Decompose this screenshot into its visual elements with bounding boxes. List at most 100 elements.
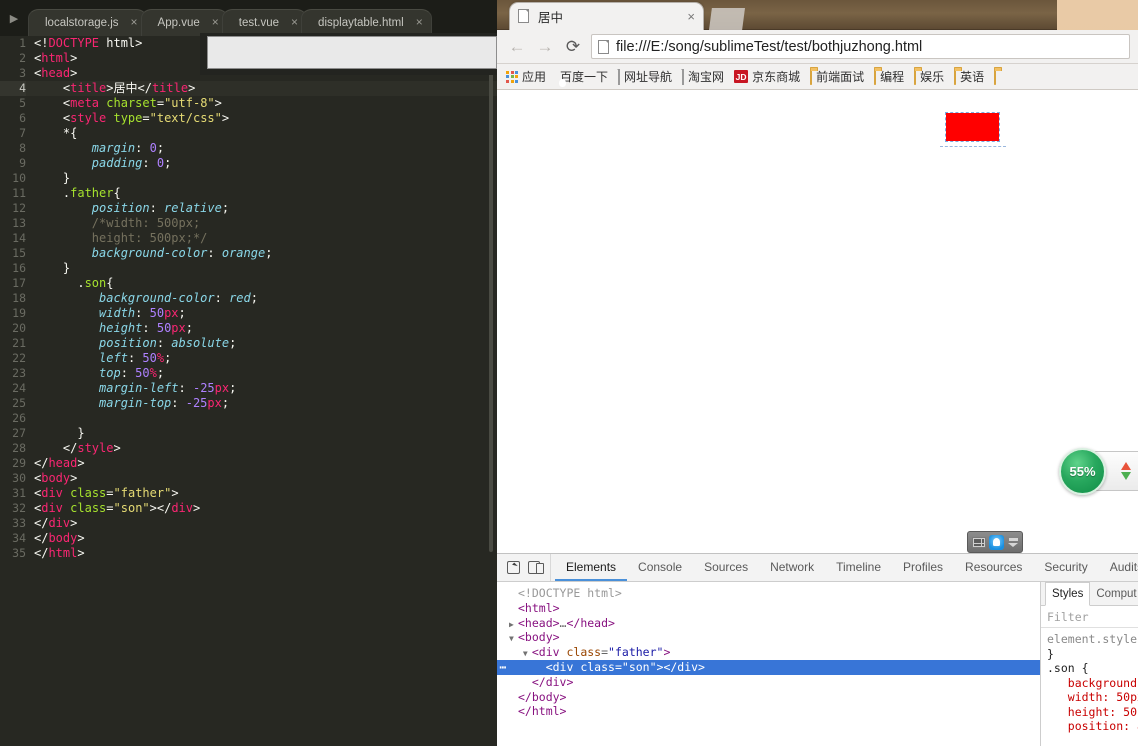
- tab-security[interactable]: Security: [1033, 554, 1098, 581]
- css-rule-line[interactable]: width: 50px: [1047, 690, 1138, 705]
- css-rules-list[interactable]: element.style} .son { background- width: …: [1041, 628, 1138, 746]
- dom-node[interactable]: ▼ <body>: [497, 630, 1040, 645]
- editor-tab-displaytable-html[interactable]: displaytable.html ×: [301, 9, 432, 36]
- bookmark-baidu[interactable]: 百度一下: [551, 66, 613, 88]
- zoom-in-arrow-icon[interactable]: [1121, 462, 1131, 470]
- styles-filter-input[interactable]: Filter: [1041, 606, 1138, 628]
- code-token: {: [113, 186, 121, 200]
- css-rule-line[interactable]: }: [1047, 647, 1134, 662]
- code-token: div: [171, 501, 194, 515]
- css-rule-line[interactable]: height: 50p: [1047, 705, 1138, 720]
- bookmark-folder-qianduanmianshi[interactable]: 前端面试: [805, 66, 869, 88]
- dom-node[interactable]: ▶ <head>…</head>: [497, 616, 1040, 631]
- code-token: orange: [221, 246, 266, 260]
- line-number: 31: [12, 486, 26, 500]
- css-rule-line[interactable]: position: a: [1047, 719, 1138, 734]
- inspect-element-icon[interactable]: [507, 561, 520, 574]
- code-token: :: [178, 381, 193, 395]
- dom-node[interactable]: </body>: [497, 690, 1040, 705]
- editor-tab-app-vue[interactable]: App.vue ×: [140, 9, 228, 36]
- bookmark-folder-yingyu[interactable]: 英语: [949, 66, 989, 88]
- dom-indent: [509, 660, 537, 674]
- keyboard-icon[interactable]: [971, 536, 986, 548]
- dom-node[interactable]: </div>: [497, 675, 1040, 690]
- tab-sources[interactable]: Sources: [693, 554, 759, 581]
- close-icon[interactable]: ×: [212, 16, 219, 28]
- styles-sidebar: Styles Comput Filter element.style} .son …: [1040, 582, 1138, 746]
- more-arrow-icon[interactable]: [1008, 537, 1019, 547]
- zoom-arrows[interactable]: [1121, 462, 1131, 480]
- dom-node[interactable]: <!DOCTYPE html>: [497, 586, 1040, 601]
- tab-computed[interactable]: Comput: [1090, 582, 1138, 605]
- chinese-ime-icon[interactable]: [989, 534, 1005, 550]
- tab-profiles[interactable]: Profiles: [892, 554, 954, 581]
- css-rule-line[interactable]: background-: [1047, 676, 1138, 691]
- back-button[interactable]: ←: [503, 33, 531, 61]
- device-toolbar-icon[interactable]: [528, 561, 544, 574]
- bookmark-taobao[interactable]: 淘宝网: [677, 66, 729, 88]
- code-token: father: [70, 186, 114, 200]
- code-token: >: [77, 456, 85, 470]
- sidebar-toggle-icon[interactable]: ▶: [0, 0, 28, 36]
- dom-token: </div>: [531, 674, 574, 689]
- code-line: 23 top: 50%;: [0, 366, 497, 381]
- tab-timeline[interactable]: Timeline: [825, 554, 892, 581]
- tab-styles[interactable]: Styles: [1045, 582, 1091, 606]
- editor-vertical-scrollbar[interactable]: [489, 72, 493, 552]
- dom-node[interactable]: ▼ <div class="father">: [497, 645, 1040, 660]
- close-icon[interactable]: ×: [291, 16, 298, 28]
- editor-tab-localstorage-js[interactable]: localstorage.js ×: [28, 9, 147, 36]
- new-tab-button[interactable]: [709, 8, 745, 30]
- bookmark-apps[interactable]: 应用: [501, 66, 551, 88]
- code-line: 27 }: [0, 426, 497, 441]
- code-token: >居中</: [106, 81, 152, 95]
- ime-floating-toolbar[interactable]: [967, 531, 1023, 553]
- line-number: 18: [12, 291, 26, 305]
- code-token: background-color: [99, 291, 215, 305]
- tab-audits[interactable]: Audits: [1099, 554, 1138, 581]
- editor-tab-test-vue[interactable]: test.vue ×: [221, 9, 308, 36]
- code-token: ;: [229, 381, 237, 395]
- code-editor[interactable]: 1 <!DOCTYPE html> 2 <html> 3 <head> 4 <title>居…: [0, 36, 497, 746]
- tab-network[interactable]: Network: [759, 554, 825, 581]
- code-token: px: [207, 396, 222, 410]
- code-token: -25: [192, 381, 215, 395]
- address-bar[interactable]: file:///E:/song/sublimeTest/test/bothjuz…: [591, 34, 1130, 59]
- code-token: :: [214, 291, 230, 305]
- close-icon[interactable]: ×: [687, 10, 695, 23]
- css-rule-line[interactable]: .son {: [1047, 661, 1134, 676]
- zoom-level-badge[interactable]: 55%: [1059, 448, 1106, 495]
- code-token: :: [142, 321, 157, 335]
- code-token: ;: [221, 396, 230, 410]
- close-icon[interactable]: ×: [131, 16, 138, 28]
- forward-button[interactable]: →: [531, 33, 559, 61]
- bookmark-folder-overflow[interactable]: [989, 66, 1005, 88]
- bookmark-folder-biancheng[interactable]: 编程: [869, 66, 909, 88]
- dom-node[interactable]: </html>: [497, 704, 1040, 719]
- tab-resources[interactable]: Resources: [954, 554, 1033, 581]
- code-line: 17 .son{: [0, 276, 497, 291]
- bookmark-wangzhidaohang[interactable]: 网址导航: [613, 66, 677, 88]
- zoom-out-arrow-icon[interactable]: [1121, 472, 1131, 480]
- sublime-editor-area[interactable]: 1 <!DOCTYPE html> 2 <html> 3 <head> 4 <title>居…: [0, 36, 497, 746]
- dom-token: =: [614, 659, 622, 674]
- browser-tab-juzhong[interactable]: 居中 ×: [509, 2, 704, 30]
- css-rule-line[interactable]: element.style: [1047, 632, 1137, 647]
- tab-elements[interactable]: Elements: [555, 554, 628, 581]
- dom-tree[interactable]: <!DOCTYPE html> <html> ▶ <head>…</head> ▼ <b…: [497, 582, 1040, 746]
- reload-button[interactable]: ⟳: [559, 33, 587, 61]
- editor-overlay-input[interactable]: [207, 36, 497, 69]
- dom-indent: [509, 645, 523, 659]
- page-viewport[interactable]: 55%: [497, 90, 1138, 553]
- styles-sidebar-tabs: Styles Comput: [1041, 582, 1138, 606]
- bookmark-jingdong[interactable]: JD 京东商城: [729, 66, 805, 88]
- dom-node[interactable]: <html>: [497, 601, 1040, 616]
- dom-node-selected[interactable]: ⋯ <div class="son"></div>: [497, 659, 1040, 675]
- bookmark-folder-yule[interactable]: 娱乐: [909, 66, 949, 88]
- code-token: position: [99, 336, 157, 350]
- code-token: >: [70, 51, 78, 65]
- code-token: </: [34, 516, 49, 530]
- tab-console[interactable]: Console: [627, 554, 693, 581]
- close-icon[interactable]: ×: [416, 16, 423, 28]
- editor-tab-label: App.vue: [157, 17, 200, 29]
